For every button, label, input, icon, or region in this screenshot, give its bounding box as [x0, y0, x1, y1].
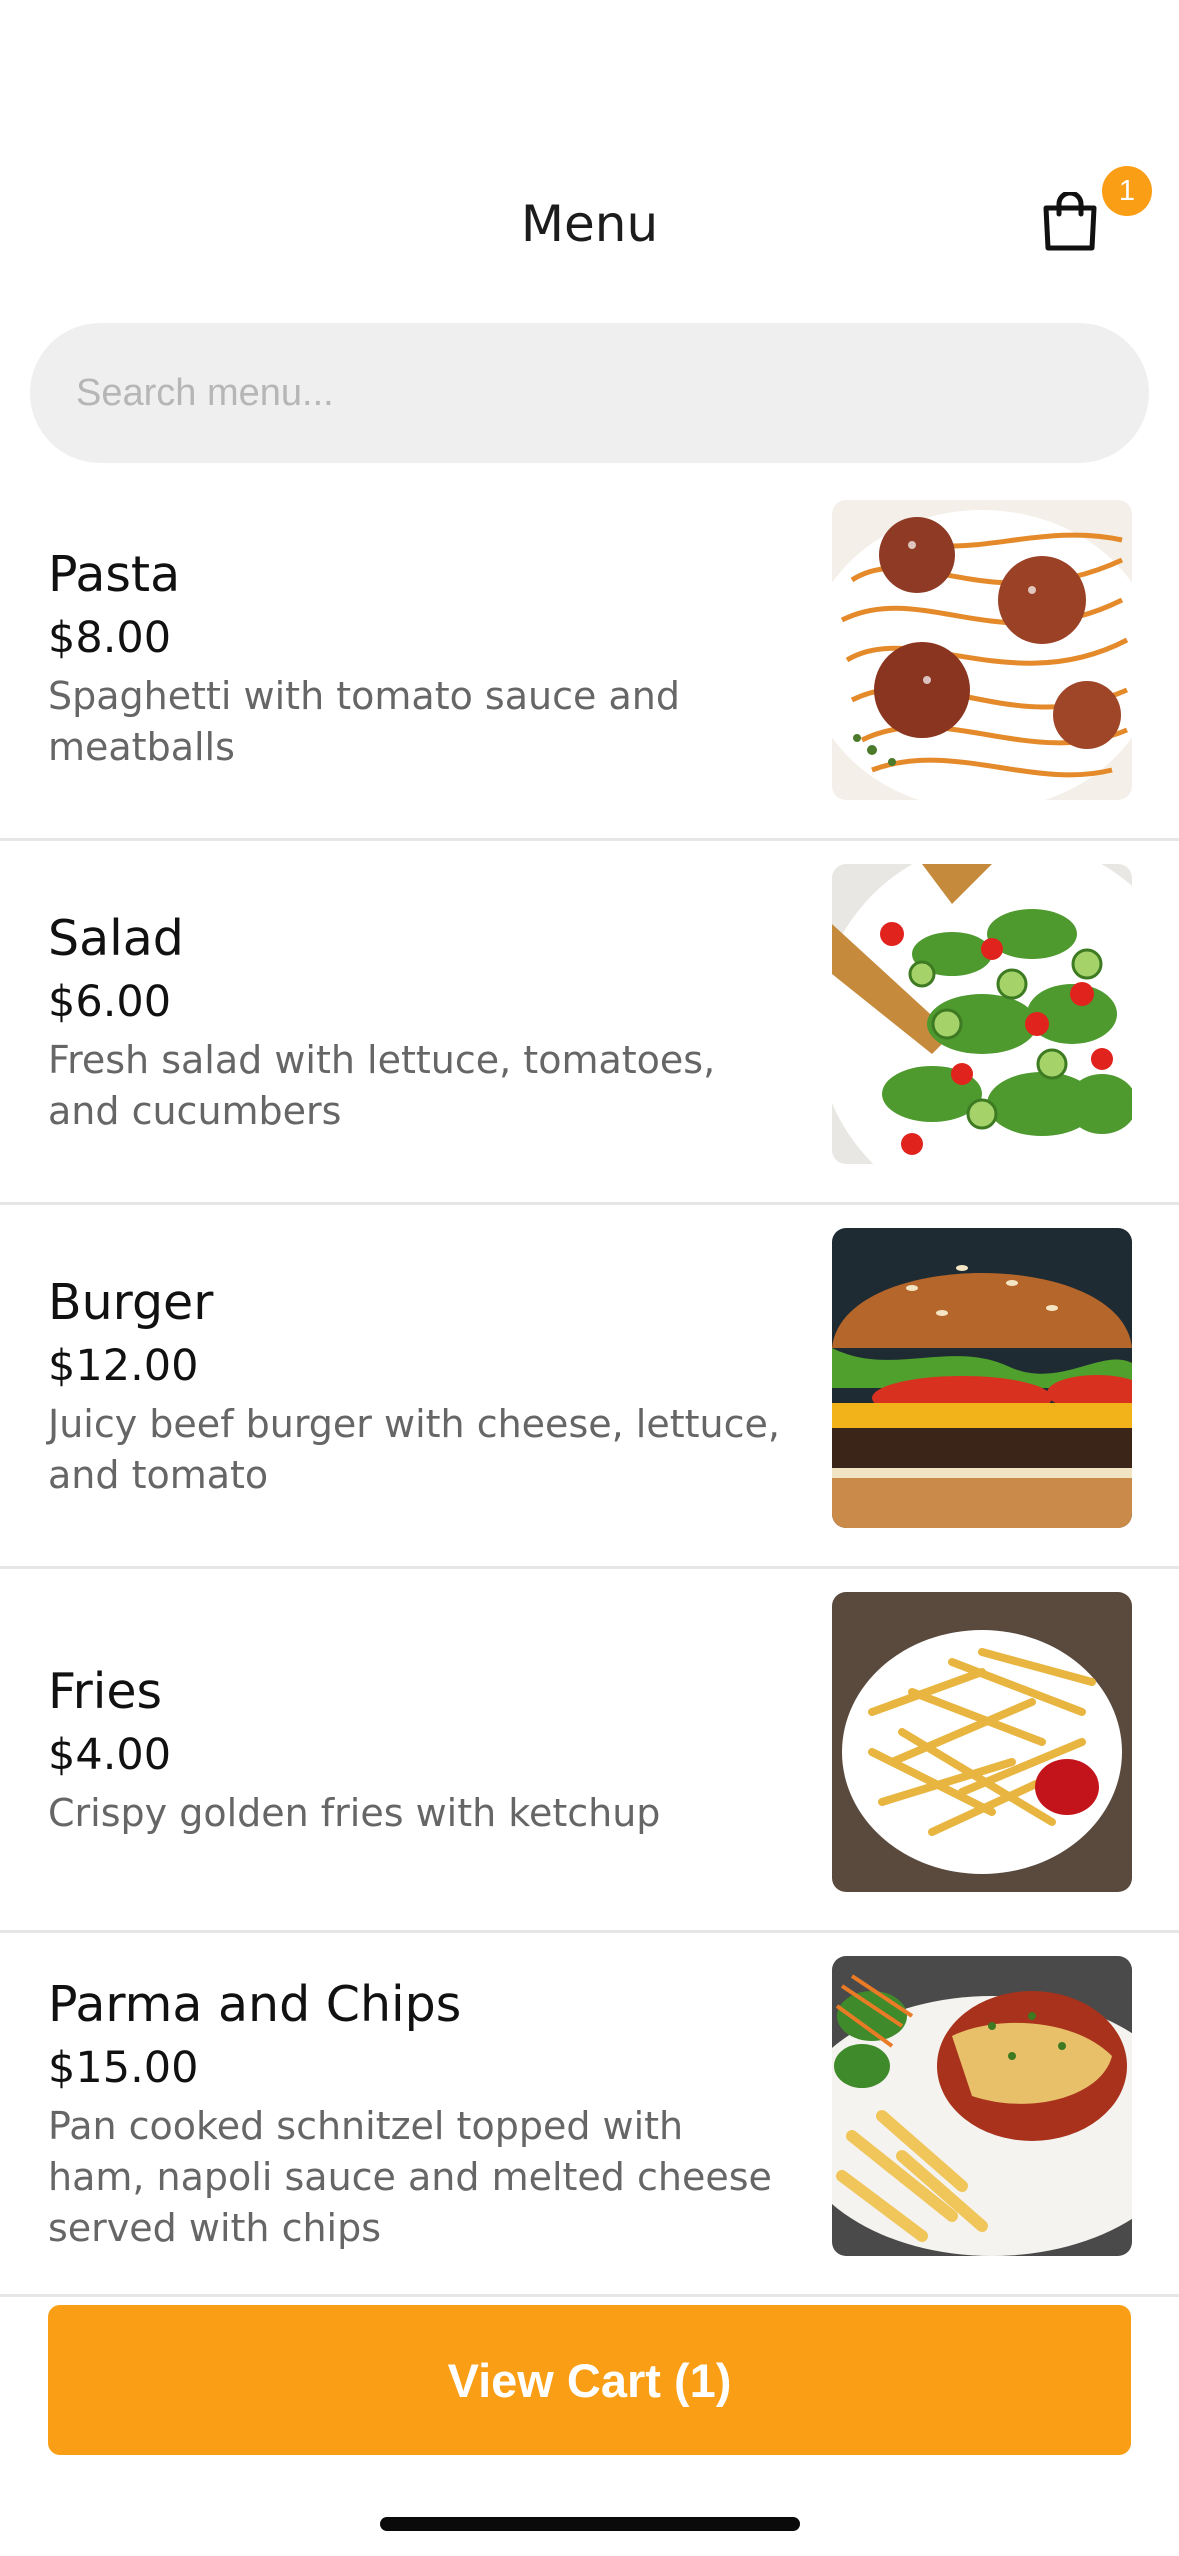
item-name: Burger [48, 1273, 214, 1331]
item-name: Salad [48, 909, 184, 967]
menu-item-salad[interactable]: Salad $6.00 Fresh salad with lettuce, to… [0, 841, 1179, 1205]
item-description: Juicy beef burger with cheese, lettuce, … [48, 1401, 780, 1497]
item-description: Fresh salad with lettuce, tomatoes, and … [48, 1037, 716, 1133]
menu-item-burger[interactable]: Burger $12.00 Juicy beef burger with che… [0, 1205, 1179, 1569]
home-indicator[interactable] [380, 2517, 800, 2531]
item-image-fries [832, 1592, 1132, 1892]
item-price: $4.00 [48, 1730, 172, 1780]
item-price: $15.00 [48, 2043, 199, 2093]
item-name: Fries [48, 1663, 163, 1720]
menu-list: Pasta $8.00 Spaghetti with tomato sauce … [0, 477, 1179, 2297]
item-name: Pasta [48, 545, 181, 603]
cart-footer: View Cart (1) [0, 2302, 1179, 2556]
item-image-pasta [832, 500, 1132, 800]
item-price: $12.00 [48, 1340, 199, 1391]
page-title: Menu [520, 195, 659, 253]
item-image-burger [832, 1228, 1132, 1528]
item-image-salad [832, 864, 1132, 1164]
item-price: $8.00 [48, 612, 172, 663]
menu-item-parma-and-chips[interactable]: Parma and Chips $15.00 Pan cooked schnit… [0, 1933, 1179, 2297]
shopping-bag-icon [1043, 192, 1097, 251]
view-cart-button[interactable]: View Cart (1) [48, 2305, 1131, 2455]
menu-item-fries[interactable]: Fries $4.00 Crispy golden fries with ket… [0, 1569, 1179, 1933]
item-description: Crispy golden fries with ketchup [48, 1791, 661, 1835]
menu-item-pasta[interactable]: Pasta $8.00 Spaghetti with tomato sauce … [0, 477, 1179, 841]
item-name: Parma and Chips [48, 1976, 462, 2033]
item-image-parma-and-chips [832, 1956, 1132, 2256]
cart-button[interactable]: 1 [1030, 160, 1152, 280]
item-description: Spaghetti with tomato sauce and meatball… [48, 673, 680, 769]
search-input[interactable] [30, 323, 1149, 463]
cart-count-badge: 1 [1102, 166, 1152, 216]
item-price: $6.00 [48, 976, 172, 1027]
app-header: Menu 1 [0, 0, 1179, 320]
item-description: Pan cooked schnitzel topped with ham, na… [48, 2104, 772, 2250]
